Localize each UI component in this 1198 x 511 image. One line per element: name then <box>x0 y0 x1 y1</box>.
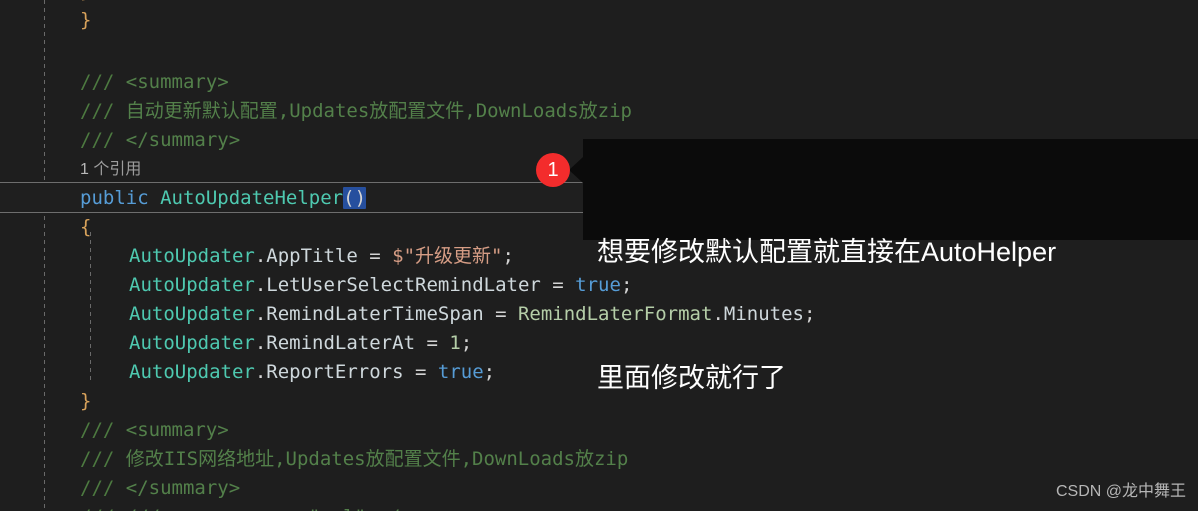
code-token-type-autoupdater: AutoUpdater <box>129 332 255 354</box>
code-token-comment-text: 自动更新默认配置,Updates放配置文件,DownLoads放zip <box>114 100 632 122</box>
code-token-comment-text: 修改IIS网络地址,Updates放配置文件,DownLoads放zip <box>114 448 629 470</box>
code-token-constructor-name: AutoUpdateHelper <box>160 187 344 209</box>
callout-tooltip: 想要修改默认配置就直接在AutoHelper 里面修改就行了 <box>583 139 1198 393</box>
code-token-keyword-true: true <box>437 361 484 383</box>
code-token-summary-close: </summary> <box>125 477 241 499</box>
code-token-member-remindlaterat: RemindLaterAt <box>266 332 416 354</box>
code-token-equals: = <box>357 245 393 267</box>
code-token-doc-slash: /// <box>80 448 115 470</box>
selected-parentheses[interactable]: () <box>343 187 367 209</box>
code-token-string-prefix: $ <box>392 245 404 267</box>
code-token-equals: = <box>415 332 450 354</box>
code-token-summary-open: <summary> <box>125 71 229 93</box>
code-token-equals: = <box>540 274 576 296</box>
code-token-member-letuserselectremindlater: LetUserSelectRemindLater <box>266 274 541 296</box>
codelens-number: 1 <box>80 161 89 178</box>
code-line[interactable]: } <box>0 6 1198 35</box>
code-token-dot: . <box>254 303 267 325</box>
code-line[interactable]: /// /// <param name="url"></param> <box>0 503 1198 511</box>
code-token-brace: } <box>80 0 91 2</box>
code-token-doc-slash: /// <box>80 506 114 511</box>
code-token-param-tag: /// <param name="url"></param> <box>126 506 469 511</box>
code-token-doc-slash: /// <box>80 71 115 93</box>
code-token-member-reporterrors: ReportErrors <box>266 361 404 383</box>
code-token-dot: . <box>254 332 267 354</box>
code-token-doc-slash: /// <box>80 129 115 151</box>
code-token-summary-open: <summary> <box>125 419 229 441</box>
callout-tooltip-line-1: 想要修改默认配置就直接在AutoHelper <box>597 237 1057 267</box>
code-token-brace: } <box>80 390 92 412</box>
code-token-string-literal: "升级更新" <box>403 245 503 267</box>
code-token-type-autoupdater: AutoUpdater <box>129 245 255 267</box>
code-token-doc-slash: /// <box>80 477 115 499</box>
callout-badge-number: 1 <box>547 158 559 181</box>
code-token-dot: . <box>254 361 267 383</box>
code-token-semicolon: ; <box>460 332 473 354</box>
codelens-label: 个引用 <box>88 161 142 178</box>
code-token-brace: } <box>80 9 92 31</box>
code-token-member-apptitle: AppTitle <box>266 245 358 267</box>
code-token-summary-close: </summary> <box>125 129 241 151</box>
code-token-keyword-public: public <box>80 187 149 209</box>
code-token-doc-slash: /// <box>80 100 115 122</box>
code-token-member-remindlatertimespan: RemindLaterTimeSpan <box>266 303 484 325</box>
code-line-blank[interactable] <box>0 35 1198 64</box>
code-token-type-autoupdater: AutoUpdater <box>129 361 255 383</box>
code-token-brace: { <box>80 216 92 238</box>
code-editor-surface: } } /// <summary> /// 自动更新默认配置,Updates放配… <box>0 0 1198 511</box>
callout-badge-1[interactable]: 1 <box>536 153 570 187</box>
code-token-semicolon: ; <box>483 361 496 383</box>
code-line[interactable]: /// <summary> <box>0 68 1198 97</box>
code-token-type-autoupdater: AutoUpdater <box>129 303 255 325</box>
code-token-dot: . <box>254 274 267 296</box>
callout-tooltip-line-2: 里面修改就行了 <box>597 363 786 393</box>
callout-arrow-icon <box>569 157 583 183</box>
code-token-semicolon: ; <box>502 245 514 267</box>
code-token-dot: . <box>254 245 267 267</box>
code-token-doc-slash: /// <box>80 419 115 441</box>
code-token-equals: = <box>483 303 518 325</box>
code-line[interactable]: /// 自动更新默认配置,Updates放配置文件,DownLoads放zip <box>0 97 1198 126</box>
code-token-number: 1 <box>449 332 461 354</box>
code-token-equals: = <box>403 361 438 383</box>
code-token-type-autoupdater: AutoUpdater <box>129 274 255 296</box>
csdn-watermark: CSDN @龙中舞王 <box>1055 483 1186 500</box>
